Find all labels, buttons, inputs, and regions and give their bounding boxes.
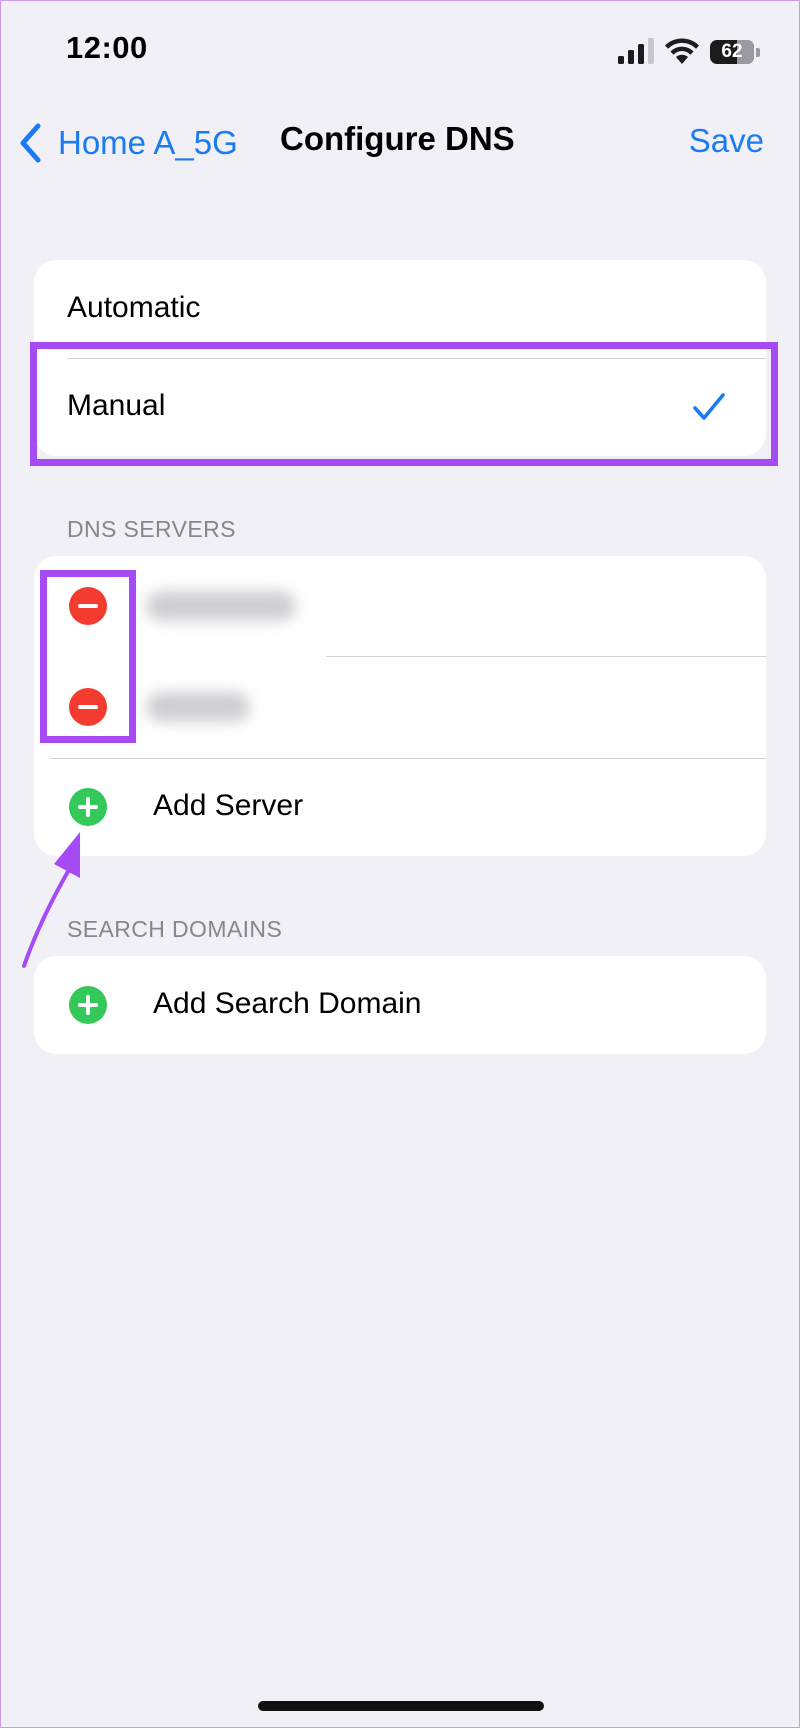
page-title: Configure DNS [280, 120, 515, 157]
option-manual[interactable]: Manual [34, 359, 766, 456]
minus-icon [78, 604, 98, 608]
battery-icon: 62 [710, 40, 760, 64]
save-button[interactable]: Save [689, 122, 764, 160]
remove-server-button[interactable] [69, 587, 107, 625]
plus-icon-stem [86, 797, 90, 817]
checkmark-icon [693, 393, 725, 420]
minus-icon [78, 705, 98, 709]
status-time: 12:00 [66, 30, 148, 65]
dns-mode-group: Automatic Manual [34, 260, 766, 456]
dns-server-row [34, 556, 766, 656]
annotation-arrow-icon [22, 832, 80, 968]
dns-server-address-redacted [146, 591, 296, 621]
add-search-domain-button[interactable] [69, 986, 107, 1024]
back-button-label: Home A_5G [58, 124, 238, 161]
wifi-icon [665, 38, 699, 64]
dns-server-address-redacted [146, 692, 250, 722]
battery-level-text: 62 [721, 41, 743, 62]
battery-nub [756, 48, 760, 57]
dns-servers-header: DNS SERVERS [67, 516, 236, 542]
add-server-label: Add Server [153, 789, 304, 822]
back-button[interactable]: Home A_5G [18, 118, 238, 168]
cellular-signal-icon [618, 38, 654, 64]
add-server-button[interactable] [69, 788, 107, 826]
add-server-row[interactable]: Add Server [34, 759, 766, 856]
search-domains-header: SEARCH DOMAINS [67, 916, 283, 942]
option-manual-label: Manual [67, 389, 166, 422]
battery-body: 62 [710, 40, 754, 64]
option-automatic[interactable]: Automatic [34, 260, 766, 358]
chevron-left-icon [20, 123, 41, 163]
search-domains-group: Add Search Domain [34, 956, 766, 1054]
add-search-domain-label: Add Search Domain [153, 987, 422, 1020]
option-automatic-label: Automatic [67, 291, 201, 324]
remove-server-button[interactable] [69, 688, 107, 726]
dns-server-row [34, 657, 766, 757]
add-search-domain-row[interactable]: Add Search Domain [34, 956, 766, 1054]
dns-servers-group: Add Server [34, 556, 766, 856]
home-indicator [258, 1701, 544, 1711]
plus-icon-stem [86, 995, 90, 1015]
